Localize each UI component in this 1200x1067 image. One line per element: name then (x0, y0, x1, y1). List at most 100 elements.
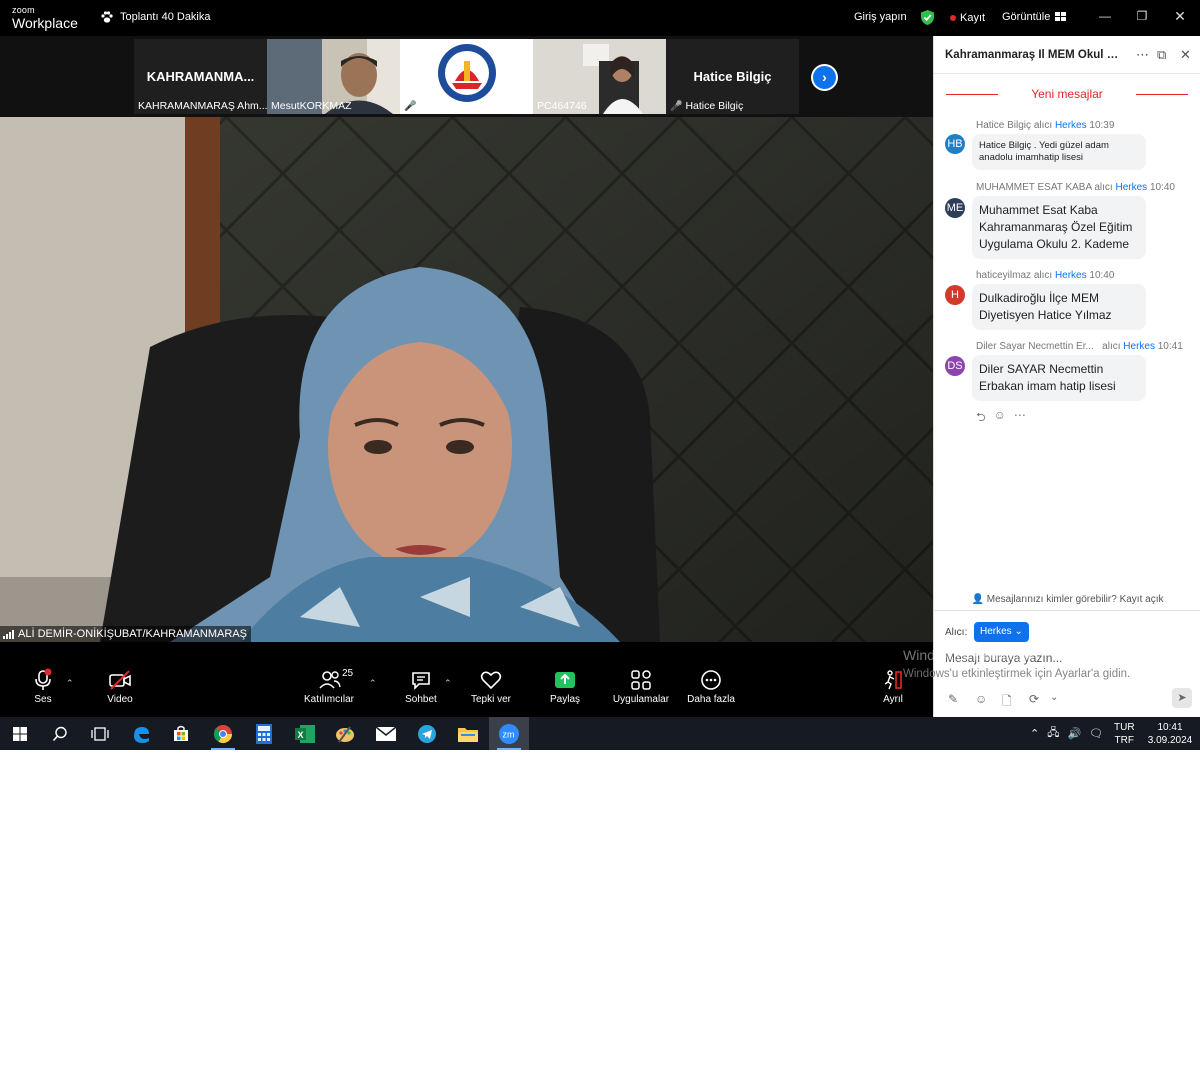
message-meta: Diler Sayar Necmettin Er... alıcı Herkes… (976, 341, 1183, 352)
message-bubble: Muhammet Esat Kaba Kahramanmaraş Özel Eğ… (972, 196, 1146, 259)
message-bubble: Hatice Bilgiç . Yedi güzel adam anadolu … (972, 134, 1146, 170)
chevron-down-icon: ⌄ (1014, 626, 1023, 637)
meeting-timer-label: Toplantı 40 Dakika (120, 11, 211, 23)
format-text-icon[interactable]: ✎ (948, 692, 958, 706)
view-label: Görüntüle (1002, 11, 1051, 23)
video-label: Video (107, 694, 133, 705)
react-button[interactable]: Tepki ver (456, 668, 526, 705)
calculator-icon[interactable] (244, 717, 284, 750)
signin-link[interactable]: Giriş yapın (854, 11, 907, 23)
file-icon[interactable]: 🗋 (1002, 692, 1012, 713)
participant-tile[interactable]: 🎤 Kahramanmaraş MEM (400, 39, 533, 114)
avatar[interactable]: ME (945, 198, 965, 218)
popout-icon[interactable]: ⧉ (1157, 47, 1166, 63)
clock[interactable]: 10:41 3.09.2024 (1145, 721, 1195, 747)
mail-icon[interactable] (366, 717, 406, 750)
participants-count: 25 (342, 668, 354, 679)
share-label: Paylaş (549, 694, 580, 705)
view-button[interactable]: Görüntüle (1002, 11, 1067, 23)
muted-mic-icon: 🎤 (404, 100, 417, 112)
recipient-label: Alıcı: (945, 627, 968, 638)
telegram-icon[interactable] (407, 717, 447, 750)
chat-bubble-icon (412, 672, 430, 690)
task-view-icon[interactable] (80, 717, 120, 750)
share-button[interactable]: Paylaş (530, 668, 600, 705)
activation-watermark-text: Windows'u etkinleştirmek için Ayarlar'a … (903, 668, 1131, 680)
chat-header: Kahramanmaraş İl MEM Okul Sağ... ⋯ ⧉ ✕ (934, 36, 1200, 74)
gallery-strip: KAHRAMANMA... KAHRAMANMARAŞ Ahm... Mesut… (0, 36, 933, 117)
participant-caption: 🎤 Hatice Bilgiç (670, 100, 744, 112)
network-icon[interactable]: 🖧 (1047, 724, 1059, 743)
volume-icon[interactable]: 🔊 (1067, 727, 1081, 740)
emoji-reaction-icon[interactable]: ☺ (994, 408, 1006, 429)
message-meta: haticeyilmaz alıcı Herkes 10:40 (976, 270, 1115, 281)
activation-watermark-title: Windows'u Etkinleştir (903, 647, 1035, 663)
show-hidden-icons-chevron-icon[interactable]: ⌃ (1030, 727, 1039, 740)
participant-tile[interactable]: Hatice Bilgiç 🎤 Hatice Bilgiç (666, 39, 799, 114)
participant-caption: 🎤 Kahramanmaraş MEM (404, 100, 525, 112)
edge-browser-icon[interactable] (121, 717, 161, 750)
excel-icon[interactable]: X (285, 717, 325, 750)
chat-more-icon[interactable]: ⋯ (1136, 47, 1149, 63)
zoom-taskbar-icon[interactable]: zm (489, 717, 529, 750)
notification-icon[interactable]: 🗨 (1089, 727, 1103, 740)
chrome-icon[interactable] (203, 717, 243, 750)
screenshot-icon[interactable]: ⟳ (1029, 692, 1039, 706)
recording-indicator[interactable]: Kayıt (950, 12, 985, 24)
participants-label: Katılımcılar (303, 694, 354, 705)
windows-start-icon[interactable] (0, 717, 40, 750)
meeting-timer[interactable]: Toplantı 40 Dakika (100, 10, 211, 24)
participant-big-name: Hatice Bilgiç (693, 69, 772, 84)
participants-options-chevron-icon[interactable]: ⌃ (369, 678, 377, 689)
person-icon: 👤 (971, 594, 984, 605)
video-button[interactable]: Video (85, 668, 155, 705)
emoji-icon[interactable]: ☺ (975, 692, 987, 706)
composer-divider (934, 610, 1200, 611)
leave-icon (884, 670, 902, 690)
audio-options-chevron-icon[interactable]: ⌃ (66, 678, 74, 689)
send-button[interactable]: ➤ (1172, 688, 1192, 708)
store-icon[interactable] (161, 717, 201, 750)
screenshot-options-chevron-icon[interactable]: ⌄ (1050, 692, 1058, 703)
restore-icon[interactable]: ❐ (1134, 8, 1150, 24)
more-actions-icon[interactable]: ⋯ (1014, 408, 1026, 429)
chat-options-chevron-icon[interactable]: ⌃ (444, 678, 452, 689)
minimize-icon[interactable]: — (1097, 8, 1113, 24)
input-language[interactable]: TUR TRF (1114, 721, 1135, 747)
avatar[interactable]: H (945, 285, 965, 305)
close-icon[interactable]: ✕ (1172, 8, 1188, 24)
security-shield-icon[interactable] (920, 9, 935, 31)
privacy-note[interactable]: 👤 Mesajlarınızı kimler görebilir? Kayıt … (934, 594, 1200, 605)
participant-tile[interactable]: MesutKORKMAZ (267, 39, 400, 114)
message-bubble: Diler SAYAR Necmettin Erbakan imam hatip… (972, 355, 1146, 401)
record-dot-icon (950, 15, 956, 21)
active-speaker-video: ALİ DEMİR-ONİKİŞUBAT/KAHRAMANMARAŞ (0, 117, 933, 642)
paw-icon (101, 11, 113, 23)
leave-label: Ayrıl (883, 694, 903, 705)
more-options-icon (701, 670, 721, 690)
grid-view-icon (1055, 12, 1067, 21)
chat-panel: Kahramanmaraş İl MEM Okul Sağ... ⋯ ⧉ ✕ Y… (933, 36, 1200, 717)
svg-text:zm: zm (503, 729, 515, 739)
avatar[interactable]: HB (945, 134, 965, 154)
participant-tile[interactable]: KAHRAMANMA... KAHRAMANMARAŞ Ahm... (134, 39, 267, 114)
paint-icon[interactable] (325, 717, 365, 750)
file-explorer-icon[interactable] (448, 717, 488, 750)
chat-close-icon[interactable]: ✕ (1180, 47, 1191, 63)
meeting-toolbar: Ses ⌃ Video 25 Katılımcılar ⌃ Sohbet ⌃ T… (0, 642, 933, 717)
recipient-select[interactable]: Herkes ⌄ (974, 622, 1029, 642)
search-icon[interactable] (40, 717, 80, 750)
apps-button[interactable]: Uygulamalar (606, 668, 676, 705)
more-button[interactable]: Daha fazla (676, 668, 746, 705)
reply-icon[interactable]: ⮌ (976, 408, 986, 429)
share-screen-icon (555, 672, 575, 688)
participants-button[interactable]: 25 Katılımcılar (294, 668, 364, 705)
chat-title: Kahramanmaraş İl MEM Okul Sağ... (945, 49, 1125, 61)
muted-mic-icon: 🎤 (670, 100, 683, 112)
windows-taskbar: X zm ⌃ 🖧 🔊 🗨 TUR TRF 10:41 3.09.2024 (0, 717, 1200, 750)
clock-time: 10:41 (1157, 722, 1183, 733)
participant-tile[interactable]: PC464746 (533, 39, 666, 114)
apps-icon (631, 670, 651, 690)
next-page-button[interactable]: › (811, 64, 838, 91)
avatar[interactable]: DS (945, 356, 965, 376)
